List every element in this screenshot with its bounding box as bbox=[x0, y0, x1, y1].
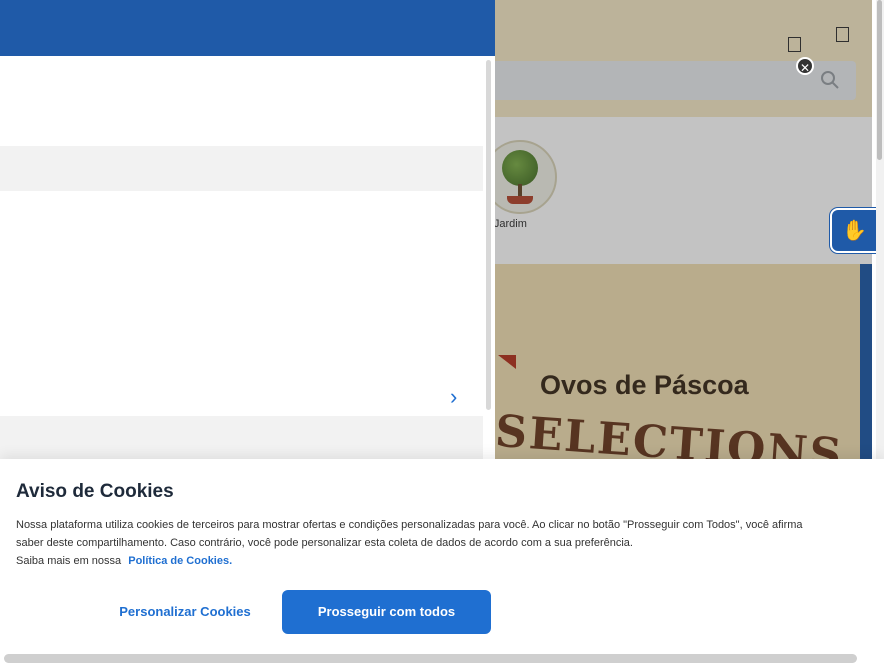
cookie-title: Aviso de Cookies bbox=[16, 481, 174, 502]
cookie-dialog: Aviso de Cookies Nossa plataforma utiliz… bbox=[0, 459, 884, 667]
accept-all-button[interactable]: Prosseguir com todos bbox=[282, 590, 491, 634]
accessibility-button[interactable]: ✋ bbox=[830, 208, 880, 253]
menu-row[interactable] bbox=[0, 416, 483, 461]
panel-scrollbar[interactable] bbox=[486, 60, 491, 410]
menu-row[interactable] bbox=[0, 146, 483, 191]
sign-language-icon: ✋ bbox=[842, 220, 867, 242]
side-menu-header bbox=[0, 0, 495, 56]
page-scrollbar-thumb[interactable] bbox=[877, 0, 882, 160]
cookie-body-text: Nossa plataforma utiliza cookies de terc… bbox=[16, 519, 803, 549]
close-icon[interactable]: ✕ bbox=[796, 57, 814, 75]
cookie-scrollbar[interactable] bbox=[4, 654, 857, 663]
cookie-more-prefix: Saiba mais em nossa bbox=[16, 555, 122, 567]
cookie-body: Nossa plataforma utiliza cookies de terc… bbox=[16, 516, 816, 570]
chevron-right-icon[interactable]: › bbox=[450, 384, 457, 410]
cookie-policy-link[interactable]: Política de Cookies. bbox=[128, 555, 232, 567]
personalize-cookies-button[interactable]: Personalizar Cookies bbox=[100, 595, 270, 629]
